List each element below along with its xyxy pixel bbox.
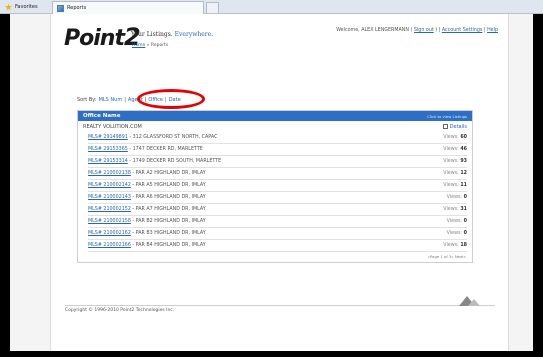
favorites-label: Favorites xyxy=(15,4,38,10)
views-count: Views: 0 xyxy=(446,231,467,236)
views-count: Views: 0 xyxy=(446,219,467,224)
views-count: Views: 60 xyxy=(443,135,467,140)
tab-reports[interactable]: Reports xyxy=(52,1,204,14)
breadcrumb-current: Reports xyxy=(150,43,169,48)
views-count: Views: 93 xyxy=(443,159,467,164)
copyright-text: Copyright © 1996-2010 Point2 Technologie… xyxy=(65,308,175,313)
table-header: Office Name Click to view Listings xyxy=(78,111,472,121)
office-name-header: Office Name xyxy=(83,113,121,119)
table-row: MLS# 210002158 - PAR B2 HIGHLAND DR, IML… xyxy=(88,216,467,228)
table-row: MLS# 210002152 - PAR A7 HIGHLAND DR, IML… xyxy=(88,204,467,216)
views-count: Views: 18 xyxy=(443,243,467,248)
new-tab-button[interactable] xyxy=(206,2,219,13)
table-row: MLS# 210002166 - PAR B4 HIGHLAND DR, IML… xyxy=(88,240,467,252)
table-row: MLS# 210002162 - PAR B3 HIGHLAND DR, IML… xyxy=(88,228,467,240)
sort-label: Sort By: xyxy=(77,97,97,103)
view-listings-hint[interactable]: Click to view Listings xyxy=(427,114,467,119)
views-count: Views: 12 xyxy=(443,171,467,176)
table-row: MLS# 29153314 - 1749 DECKER RD SOUTH, MA… xyxy=(88,156,467,168)
sort-mls-link[interactable]: MLS Num xyxy=(99,97,123,103)
mls-link[interactable]: MLS# 210002162 xyxy=(88,231,131,236)
details-icon xyxy=(442,124,448,129)
mls-link[interactable]: MLS# 29153365 xyxy=(88,147,128,152)
account-settings-link[interactable]: Account Settings xyxy=(442,28,483,33)
breadcrumb-home-link[interactable]: Home xyxy=(132,43,145,48)
point2-mark-icon xyxy=(459,296,485,306)
views-count: Views: 11 xyxy=(443,183,467,188)
favorites-button[interactable]: Favorites xyxy=(2,1,41,13)
views-count: Views: 46 xyxy=(443,147,467,152)
page-container: Point2 Your Listings. Everywhere. Home »… xyxy=(50,14,509,351)
table-row: MLS# 210002142 - PAR A5 HIGHLAND DR, IML… xyxy=(88,180,467,192)
table-row: MLS# 29153365 - 1747 DECKER RD, MARLETTE… xyxy=(88,144,467,156)
table-row: MLS# 210002143 - PAR A6 HIGHLAND DR, IML… xyxy=(88,192,467,204)
office-name: REALTY VOLUTION.COM xyxy=(83,123,142,130)
tagline: Your Listings. Everywhere. xyxy=(131,31,214,38)
mls-link[interactable]: MLS# 210002158 xyxy=(88,219,131,224)
favorites-star-icon xyxy=(5,3,12,11)
sign-out-link[interactable]: Sign out xyxy=(414,28,434,33)
page-icon xyxy=(57,4,64,12)
views-count: Views: 31 xyxy=(443,207,467,212)
mls-link[interactable]: MLS# 29153314 xyxy=(88,159,128,164)
point2-logo[interactable]: Point2 xyxy=(64,23,141,51)
highlight-annotation xyxy=(137,89,205,109)
welcome-text: Welcome, ALEX LENGERMANN xyxy=(336,28,409,33)
help-link[interactable]: Help xyxy=(487,28,498,33)
table-row: MLS# 210002138 - PAR A2 HIGHLAND DR, IML… xyxy=(88,168,467,180)
browser-viewport: Point2 Your Listings. Everywhere. Home »… xyxy=(10,14,533,351)
pagination[interactable]: «Page 1 of 3» Next» xyxy=(78,252,472,262)
table-row: MLS# 29149891 - 312 GLASSFORD ST NORTH, … xyxy=(88,132,467,144)
mls-link[interactable]: MLS# 29149891 xyxy=(88,135,128,140)
user-menu: Welcome, ALEX LENGERMANN ( Sign out ) | … xyxy=(336,28,498,33)
footer-divider xyxy=(65,305,495,306)
breadcrumb: Home » Reports xyxy=(132,43,169,48)
office-row: REALTY VOLUTION.COM Details xyxy=(78,121,472,132)
mls-link[interactable]: MLS# 210002166 xyxy=(88,243,131,248)
mls-link[interactable]: MLS# 210002152 xyxy=(88,207,131,212)
mls-link[interactable]: MLS# 210002143 xyxy=(88,195,131,200)
mls-link[interactable]: MLS# 210002138 xyxy=(88,171,131,176)
listings-table: Office Name Click to view Listings REALT… xyxy=(77,110,473,263)
tab-title: Reports xyxy=(67,5,87,11)
browser-toolbar: Favorites Reports xyxy=(0,0,543,14)
details-link[interactable]: Details xyxy=(442,124,467,130)
views-count: Views: 0 xyxy=(446,195,467,200)
mls-link[interactable]: MLS# 210002142 xyxy=(88,183,131,188)
